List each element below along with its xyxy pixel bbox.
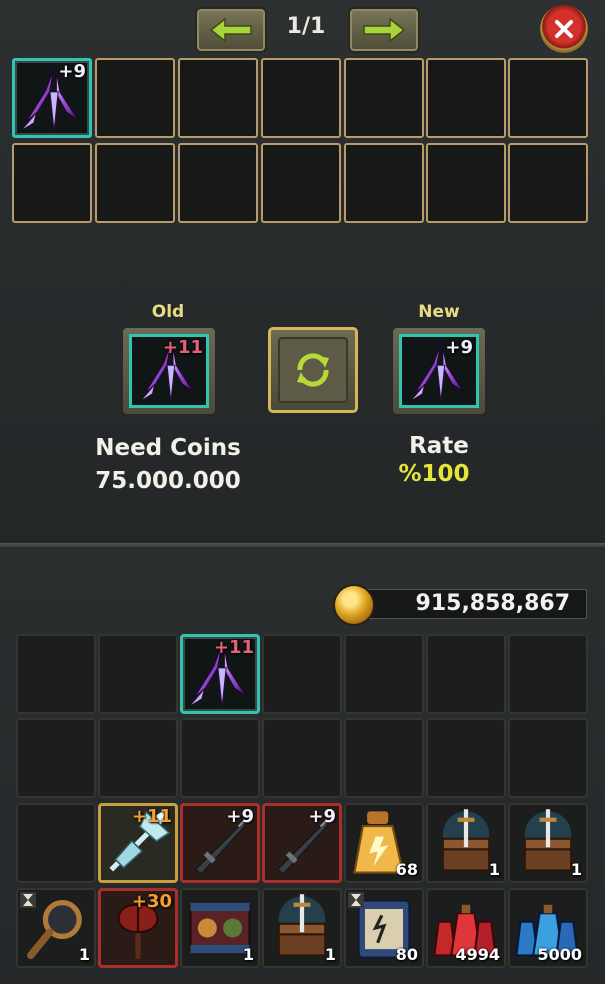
upgrade-slot[interactable] xyxy=(344,143,424,223)
old-label: Old xyxy=(151,302,185,322)
old-item-plus: +11 xyxy=(162,337,203,358)
new-item-plus: +9 xyxy=(445,337,473,358)
item-count: 4994 xyxy=(455,945,500,964)
upgrade-slot[interactable] xyxy=(95,143,175,223)
arrow-left-icon xyxy=(209,18,252,42)
upgrade-slot[interactable] xyxy=(508,58,588,138)
item-count: 1 xyxy=(488,860,500,879)
item-plus: +11 xyxy=(213,637,254,658)
swap-button[interactable] xyxy=(268,327,358,413)
item-count: 68 xyxy=(395,860,418,879)
upgrade-slot[interactable] xyxy=(261,58,341,138)
upgrade-slot[interactable] xyxy=(178,58,258,138)
refresh-icon xyxy=(297,353,329,387)
hourglass-icon xyxy=(348,892,364,908)
inventory-item-speed-scroll[interactable]: 80 xyxy=(344,888,424,968)
coin-balance: 915,858,867 xyxy=(350,589,587,619)
new-item-slot[interactable]: +9 xyxy=(393,328,485,414)
inventory-item-treasure-chest-sword[interactable]: 1 xyxy=(426,803,506,883)
upgrade-slot[interactable] xyxy=(12,143,92,223)
rate-label: Rate xyxy=(409,433,469,459)
item-plus: +9 xyxy=(226,806,254,827)
arrow-right-icon xyxy=(363,18,406,42)
inventory-slot[interactable] xyxy=(16,634,96,714)
gold-coin-icon xyxy=(335,586,373,624)
inventory-slot[interactable] xyxy=(508,718,588,798)
inventory-slot[interactable] xyxy=(426,718,506,798)
inventory-slot[interactable] xyxy=(16,718,96,798)
hourglass-icon xyxy=(20,892,36,908)
inventory-item-magnifier[interactable]: 1 xyxy=(16,888,96,968)
inventory-slot[interactable] xyxy=(262,634,342,714)
prev-page-button[interactable] xyxy=(195,7,267,53)
inventory-slot[interactable] xyxy=(426,634,506,714)
inventory-slot[interactable] xyxy=(344,634,424,714)
item-plus: +11 xyxy=(131,806,172,827)
inventory-item-scroll-box[interactable]: 1 xyxy=(180,888,260,968)
rate-value: %100 xyxy=(398,461,470,487)
item-count: 5000 xyxy=(537,945,582,964)
upgrade-slot[interactable] xyxy=(95,58,175,138)
old-item-slot[interactable]: +11 xyxy=(123,328,215,414)
item-count: 1 xyxy=(570,860,582,879)
inventory-slot[interactable] xyxy=(262,718,342,798)
item-count: 1 xyxy=(78,945,90,964)
item-count: 1 xyxy=(324,945,336,964)
upgrade-slot[interactable]: +9 xyxy=(12,58,92,138)
item-count: 1 xyxy=(242,945,254,964)
next-page-button[interactable] xyxy=(348,7,420,53)
inventory-item-ice-halberd[interactable]: +11 xyxy=(98,803,178,883)
inventory-slot[interactable] xyxy=(98,634,178,714)
new-label: New xyxy=(418,302,460,322)
upgrade-slot[interactable] xyxy=(344,58,424,138)
inventory-slot[interactable] xyxy=(344,718,424,798)
upgrade-slot[interactable] xyxy=(426,143,506,223)
close-button[interactable] xyxy=(540,5,588,53)
close-icon xyxy=(555,20,573,38)
inventory-item-dark-sword[interactable]: +9 xyxy=(180,803,260,883)
upgrade-slot[interactable] xyxy=(178,143,258,223)
item-count: 80 xyxy=(395,945,418,964)
page-indicator: 1/1 xyxy=(286,14,326,39)
coin-balance-value: 915,858,867 xyxy=(415,591,570,616)
inventory-slot[interactable] xyxy=(16,803,96,883)
upgrade-slot[interactable] xyxy=(508,143,588,223)
inventory-item-red-potions[interactable]: 4994 xyxy=(426,888,506,968)
inventory-item-treasure-chest-sword[interactable]: 1 xyxy=(508,803,588,883)
inventory-slot[interactable] xyxy=(98,718,178,798)
inventory-item-dark-sword[interactable]: +9 xyxy=(262,803,342,883)
item-plus: +9 xyxy=(308,806,336,827)
inventory-slot[interactable] xyxy=(508,634,588,714)
inventory-slot[interactable] xyxy=(180,718,260,798)
need-coins-value: 75.000.000 xyxy=(95,468,241,494)
inventory-item-blue-potions[interactable]: 5000 xyxy=(508,888,588,968)
item-plus: +30 xyxy=(131,891,172,912)
inventory-item-golden-potion[interactable]: 68 xyxy=(344,803,424,883)
upgrade-slot[interactable] xyxy=(261,143,341,223)
upgrade-slot[interactable] xyxy=(426,58,506,138)
need-coins-label: Need Coins xyxy=(95,435,241,461)
inventory-item-red-axe[interactable]: +30 xyxy=(98,888,178,968)
inventory-item-purple-claw-weapon[interactable]: +11 xyxy=(180,634,260,714)
inventory-item-treasure-chest-sword[interactable]: 1 xyxy=(262,888,342,968)
item-plus: +9 xyxy=(58,61,86,82)
